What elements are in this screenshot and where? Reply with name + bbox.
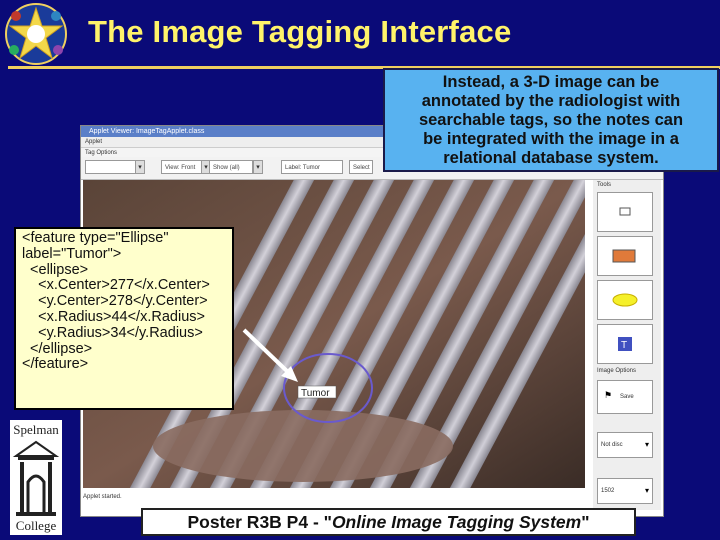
slice-select-value: 1502 [601,488,615,494]
spelman-wordmark-line2: College [15,518,57,533]
spelman-logo: Spelman College [10,420,62,535]
view-select[interactable]: View: Front [161,160,205,174]
slice-select-caret-icon: ▾ [644,486,649,495]
footer-prefix: Poster R3B P4 - " [187,512,332,532]
show-select[interactable]: Show (all) [209,160,253,174]
svg-text:T: T [621,340,627,351]
spelman-building-icon [12,440,60,516]
slice-select[interactable]: 1502 ▾ [597,478,653,504]
footer-title: Online Image Tagging System [331,512,582,532]
footer-suffix: " [581,512,590,532]
poster-footer: Poster R3B P4 - "Online Image Tagging Sy… [141,508,636,536]
extra-field[interactable]: Select [349,160,373,174]
description-callout: Instead, a 3-D image can be annotated by… [383,68,719,172]
rectangle-tool-button[interactable] [597,192,653,232]
save-icon: ⚑ [604,390,613,400]
show-select-caret-icon[interactable]: ▾ [253,160,263,174]
spelman-wordmark: Spelman [13,422,59,437]
mode-select-caret-icon: ▾ [644,440,649,449]
applet-status: Applet started. [83,494,122,500]
tools-label: Tools [597,182,612,188]
save-button[interactable]: ⚑ Save [597,380,653,414]
ellipse-tool-button[interactable] [597,280,653,320]
rectangle-tool-icon [619,207,631,216]
text-tool-button[interactable]: T [597,324,653,364]
save-label: Save [620,394,634,400]
xml-tag-callout: <feature type="Ellipse" label="Tumor"> <… [14,227,234,410]
text-tool-icon: T [618,337,632,351]
conference-logo-icon [5,3,67,65]
tumor-tag-label: Tumor [301,388,330,399]
image-options-label: Image Options [597,368,637,374]
tools-panel: Tools T Image Options ⚑ Save Not disc ▾ … [593,180,661,510]
tag-dropdown[interactable] [85,160,139,174]
mode-select[interactable]: Not disc ▾ [597,432,653,458]
tag-dropdown-caret-icon[interactable]: ▾ [135,160,145,174]
label-field[interactable]: Label: Tumor [281,160,343,174]
fill-tool-icon [612,249,636,263]
ellipse-tool-icon [612,293,638,307]
slide-title: The Image Tagging Interface [88,14,512,49]
fill-tool-button[interactable] [597,236,653,276]
abdomen-volume [153,410,453,482]
mode-select-value: Not disc [601,442,623,448]
